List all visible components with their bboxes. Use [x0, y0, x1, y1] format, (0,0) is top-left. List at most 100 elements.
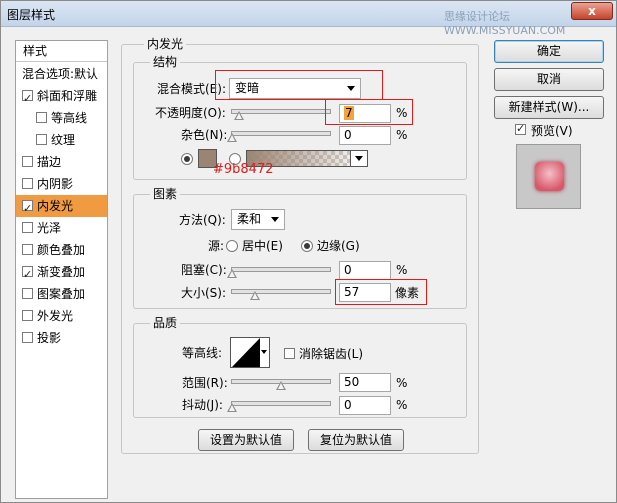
jitter-slider[interactable] [227, 401, 331, 412]
range-percent: % [396, 376, 408, 390]
size-highlight [335, 279, 427, 305]
source-edge-radio[interactable] [301, 240, 313, 252]
style-list-item[interactable]: 斜面和浮雕 [16, 85, 107, 110]
preview-checkbox[interactable] [515, 122, 526, 135]
style-checkbox[interactable] [36, 112, 47, 123]
style-list-item[interactable]: 内发光 [16, 195, 107, 220]
technique-value: 柔和 [237, 212, 262, 226]
style-list-label: 斜面和浮雕 [37, 89, 98, 103]
jitter-label: 抖动(J): [182, 398, 223, 412]
styles-list-header[interactable]: 样式 [16, 41, 107, 62]
contour-label: 等高线: [182, 346, 223, 360]
style-checkbox[interactable] [36, 134, 47, 145]
opacity-slider-thumb[interactable] [233, 111, 244, 120]
source-center-radio[interactable] [226, 240, 238, 252]
reset-default-button[interactable]: 复位为默认值 [308, 429, 404, 451]
gradient-dropdown[interactable] [350, 151, 367, 166]
size-slider-thumb[interactable] [249, 291, 260, 300]
source-center-label[interactable]: 居中(E) [242, 239, 283, 253]
style-checkbox[interactable] [22, 310, 33, 321]
style-list-item[interactable]: 光泽 [16, 217, 107, 239]
inner-glow-title: 内发光 [144, 37, 187, 51]
title-bar: 图层样式 思缘设计论坛 WWW.MISSYUAN.COM x [1, 1, 616, 37]
jitter-percent: % [396, 398, 408, 412]
style-list-label: 外发光 [37, 309, 74, 323]
style-list-item[interactable]: 投影 [16, 327, 107, 349]
color-radio[interactable] [181, 153, 193, 165]
style-checkbox[interactable] [22, 156, 33, 167]
style-list-item[interactable]: 图案叠加 [16, 283, 107, 305]
style-checkbox[interactable] [22, 332, 33, 343]
range-slider[interactable] [231, 379, 331, 390]
technique-label: 方法(Q): [179, 213, 226, 227]
antialias-checkbox[interactable] [284, 348, 295, 359]
styles-list: 样式 混合选项:默认斜面和浮雕等高线纹理描边内阴影内发光光泽颜色叠加渐变叠加图案… [15, 40, 108, 499]
layer-style-dialog: 图层样式 思缘设计论坛 WWW.MISSYUAN.COM x 样式 混合选项:默… [0, 0, 617, 503]
make-default-button[interactable]: 设置为默认值 [198, 429, 294, 451]
close-icon: x [588, 4, 596, 18]
style-list-label: 颜色叠加 [37, 243, 86, 257]
style-list-item[interactable]: 纹理 [16, 129, 107, 151]
antialias-label[interactable]: 消除锯齿(L) [299, 347, 363, 361]
opacity-label: 不透明度(O): [155, 106, 226, 120]
quality-title: 品质 [150, 316, 181, 330]
new-style-button[interactable]: 新建样式(W)... [494, 96, 604, 119]
blend-mode-highlight [215, 70, 383, 100]
elements-title: 图素 [150, 187, 181, 201]
style-checkbox[interactable] [22, 178, 33, 189]
cancel-button[interactable]: 取消 [494, 68, 604, 91]
chevron-down-icon [261, 350, 267, 354]
style-list-label: 光泽 [37, 221, 62, 235]
structure-title: 结构 [150, 55, 181, 69]
style-list-label: 内发光 [37, 199, 74, 213]
style-list-item[interactable]: 外发光 [16, 305, 107, 327]
technique-select[interactable]: 柔和 [231, 209, 285, 230]
choke-percent: % [396, 263, 408, 277]
style-list-item[interactable]: 内阴影 [16, 173, 107, 195]
choke-slider-thumb[interactable] [227, 269, 237, 278]
style-checkbox[interactable] [22, 222, 33, 233]
contour-preview [232, 338, 260, 367]
close-button[interactable]: x [571, 2, 613, 20]
chevron-down-icon [355, 156, 363, 161]
jitter-input[interactable]: 0 [339, 396, 391, 415]
style-list-label: 图案叠加 [37, 287, 86, 301]
noise-value: 0 [344, 128, 352, 142]
style-list-item[interactable]: 颜色叠加 [16, 239, 107, 261]
jitter-value: 0 [344, 398, 352, 412]
noise-slider[interactable] [227, 131, 331, 142]
style-list-item[interactable]: 描边 [16, 151, 107, 173]
source-edge-label[interactable]: 边缘(G) [317, 239, 360, 253]
noise-input[interactable]: 0 [339, 126, 391, 145]
style-list-item[interactable]: 等高线 [16, 107, 107, 129]
style-list-item[interactable]: 混合选项:默认 [16, 63, 107, 85]
style-checkbox[interactable] [22, 198, 33, 220]
noise-label: 杂色(N): [181, 128, 228, 142]
size-label: 大小(S): [181, 286, 227, 300]
choke-slider[interactable] [227, 267, 331, 278]
style-checkbox[interactable] [22, 88, 33, 110]
style-checkbox[interactable] [22, 244, 33, 255]
style-list-label: 内阴影 [37, 177, 74, 191]
size-slider[interactable] [231, 289, 331, 300]
noise-percent: % [396, 128, 408, 142]
style-checkbox[interactable] [22, 288, 33, 299]
window-title: 图层样式 [7, 8, 56, 22]
range-slider-thumb[interactable] [276, 381, 286, 390]
choke-input[interactable]: 0 [339, 261, 391, 280]
preview-label[interactable]: 预览(V) [531, 124, 573, 138]
noise-slider-thumb[interactable] [227, 133, 237, 142]
jitter-slider-thumb[interactable] [227, 403, 237, 412]
style-checkbox[interactable] [22, 264, 33, 286]
contour-picker[interactable] [230, 337, 270, 368]
opacity-slider[interactable] [231, 109, 331, 120]
range-input[interactable]: 50 [339, 373, 391, 392]
style-list-item[interactable]: 渐变叠加 [16, 261, 107, 286]
preview-thumbnail [516, 144, 581, 209]
range-value: 50 [344, 375, 360, 389]
ok-button[interactable]: 确定 [494, 40, 604, 63]
style-list-label: 投影 [37, 331, 62, 345]
style-list-label: 纹理 [51, 133, 76, 147]
source-label: 源: [208, 239, 225, 253]
color-annotation: #9b8472 [213, 162, 274, 177]
